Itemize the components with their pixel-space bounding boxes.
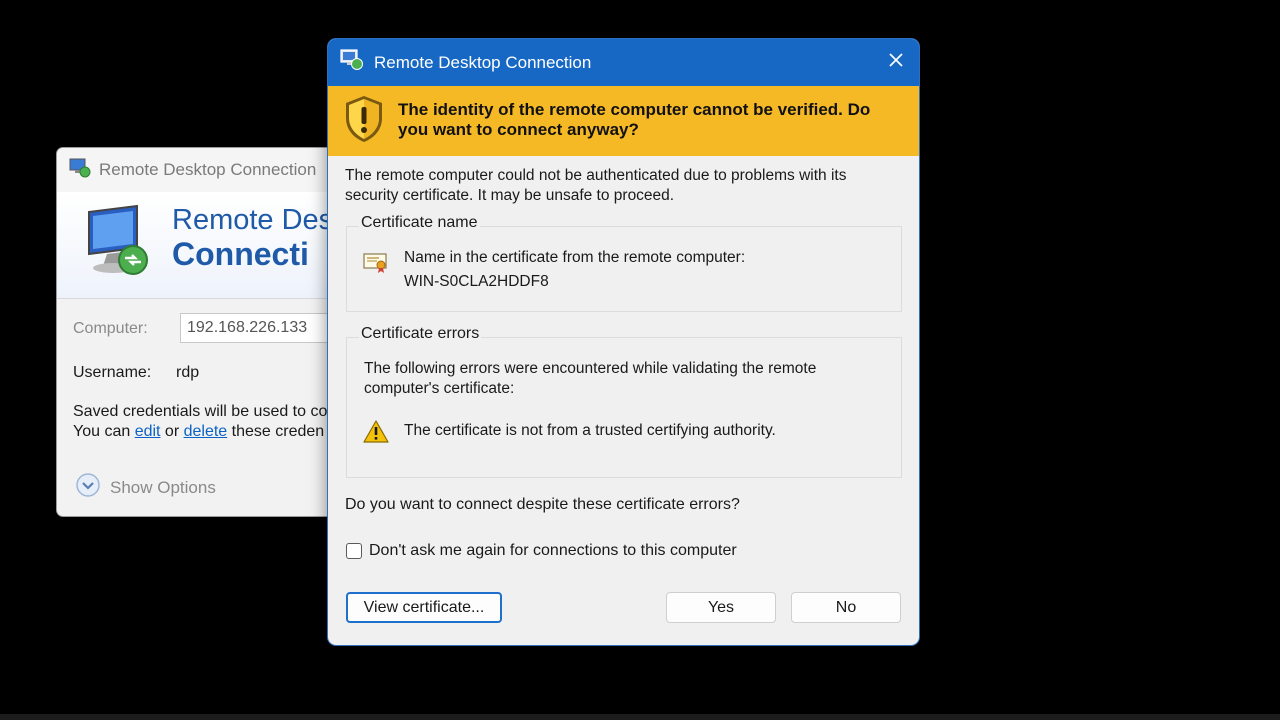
dont-ask-again-label[interactable]: Don't ask me again for connections to th…: [369, 542, 737, 560]
dialog-title: Remote Desktop Connection: [374, 52, 592, 72]
rdc-app-icon: [340, 49, 364, 76]
background-banner: Remote Des Connecti: [57, 192, 357, 299]
banner-title-line2: Connecti: [172, 236, 309, 272]
view-certificate-button[interactable]: View certificate...: [346, 592, 502, 623]
background-rdc-window[interactable]: Remote Desktop Connection Remote Des Con…: [57, 148, 357, 516]
username-value: rdp: [176, 364, 200, 381]
edit-link[interactable]: edit: [135, 423, 161, 440]
certificate-name-value: WIN-S0CLA2HDDF8: [404, 273, 549, 290]
certificate-name-group: Certificate name Name in the certificate…: [346, 214, 902, 312]
intro-text: The remote computer could not be authent…: [345, 167, 847, 204]
certificate-name-label: Name in the certificate from the remote …: [404, 249, 746, 266]
saved-credentials-line2: You can edit or delete these creden: [73, 423, 324, 441]
warning-triangle-icon: [363, 420, 389, 448]
banner-title-line1: Remote Des: [172, 204, 334, 236]
delete-link[interactable]: delete: [184, 423, 228, 440]
yes-button[interactable]: Yes: [666, 592, 776, 623]
show-options-button[interactable]: Show Options: [75, 472, 216, 503]
dont-ask-again-checkbox[interactable]: Don't ask me again for connections to th…: [346, 542, 737, 560]
close-icon: [888, 52, 904, 73]
saved-credentials-line1: Saved credentials will be used to co: [73, 403, 328, 420]
certificate-error-item: The certificate is not from a trusted ce…: [404, 422, 776, 439]
warning-banner: The identity of the remote computer cann…: [328, 86, 919, 156]
certificate-errors-intro: The following errors were encountered wh…: [364, 360, 817, 397]
background-titlebar[interactable]: Remote Desktop Connection: [57, 148, 357, 192]
saved-or: or: [160, 423, 184, 440]
checkbox-box[interactable]: [346, 543, 362, 559]
username-label: Username:: [73, 364, 152, 381]
connect-question: Do you want to connect despite these cer…: [345, 496, 740, 513]
background-window-title: Remote Desktop Connection: [99, 160, 317, 179]
no-button[interactable]: No: [791, 592, 901, 623]
saved-suffix: these creden: [227, 423, 325, 440]
bottom-bar: [0, 714, 1280, 720]
dialog-titlebar[interactable]: Remote Desktop Connection: [328, 39, 919, 86]
computer-label: Computer:: [73, 320, 148, 337]
chevron-down-circle-icon: [75, 472, 101, 503]
close-button[interactable]: [873, 39, 919, 86]
computer-input[interactable]: 192.168.226.133: [180, 313, 350, 343]
certificate-warning-dialog[interactable]: Remote Desktop Connection The identity o…: [328, 39, 919, 645]
certificate-name-title: Certificate name: [359, 214, 480, 232]
certificate-icon: [363, 251, 389, 280]
show-options-label: Show Options: [110, 477, 216, 497]
saved-prefix: You can: [73, 423, 135, 440]
rdc-monitor-icon: [79, 204, 159, 289]
shield-warning-icon: [343, 94, 385, 149]
certificate-errors-title: Certificate errors: [359, 325, 482, 343]
certificate-errors-group: Certificate errors The following errors …: [346, 325, 902, 478]
rdc-app-icon: [69, 158, 91, 183]
warning-heading: The identity of the remote computer cann…: [398, 100, 871, 139]
